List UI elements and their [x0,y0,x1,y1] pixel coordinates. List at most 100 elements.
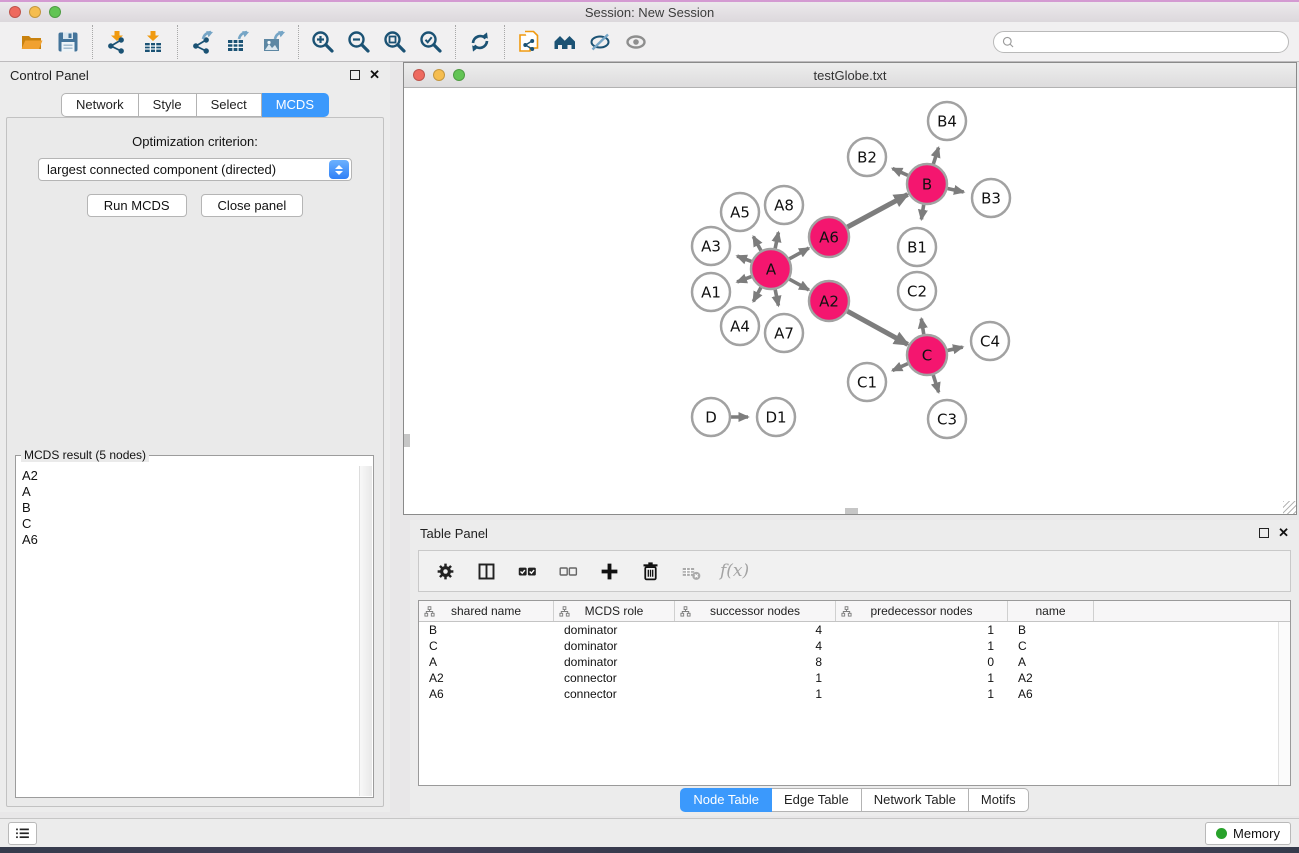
graph-node-D[interactable]: D [692,398,730,436]
delete-table-button[interactable] [679,559,703,583]
graph-node-B2[interactable]: B2 [848,138,886,176]
network-window-titlebar[interactable]: testGlobe.txt [404,63,1296,88]
home-button[interactable] [547,26,583,58]
settings-button[interactable] [433,559,457,583]
table-row[interactable]: A6connector11A6 [419,686,1290,702]
graph-node-A6[interactable]: A6 [809,217,849,257]
run-mcds-button[interactable]: Run MCDS [87,194,187,217]
column-header-successor-nodes[interactable]: successor nodes [675,601,836,621]
close-panel-button[interactable]: Close panel [201,194,304,217]
search-input-wrap[interactable] [993,31,1289,53]
graph-edge-A-A8[interactable] [775,232,778,248]
resize-grip-icon[interactable] [1283,501,1296,514]
export-table-button[interactable] [220,26,256,58]
horizontal-scrollbar-thumb[interactable] [845,508,858,514]
tab-select[interactable]: Select [197,93,262,117]
graph-edge-A-A2[interactable] [789,279,808,290]
graph-node-C2[interactable]: C2 [898,272,936,310]
graph-node-C1[interactable]: C1 [848,363,886,401]
refresh-button[interactable] [462,26,498,58]
tab-network[interactable]: Network [61,93,139,117]
column-header-predecessor-nodes[interactable]: predecessor nodes [836,601,1008,621]
deselect-all-button[interactable] [556,559,580,583]
graph-node-B1[interactable]: B1 [898,228,936,266]
graph-node-A5[interactable]: A5 [721,193,759,231]
result-item[interactable]: A2 [22,468,373,484]
graph-node-C4[interactable]: C4 [971,322,1009,360]
float-panel-icon[interactable] [350,70,360,80]
zoom-selected-button[interactable] [413,26,449,58]
graph-node-B3[interactable]: B3 [972,179,1010,217]
graph-edge-B-B3[interactable] [948,188,964,192]
graph-edge-C-C4[interactable] [947,347,962,350]
graph-edge-C-C3[interactable] [933,375,938,392]
network-graph[interactable]: A A1 A2 A3 A4 A5 A6 A7 A8 B B1 B2 B3 B4 C C1 C2 C3 C4 D D1 [404,88,1296,514]
graph-node-C3[interactable]: C3 [928,400,966,438]
tab-edge-table[interactable]: Edge Table [772,788,862,812]
graph-node-A2[interactable]: A2 [809,281,849,321]
graph-node-B4[interactable]: B4 [928,102,966,140]
function-builder-button[interactable]: f(x) [720,561,749,581]
graph-edge-B-B4[interactable] [933,148,938,164]
import-network-button[interactable] [99,26,135,58]
graph-edge-A-A7[interactable] [775,290,778,306]
save-session-button[interactable] [50,26,86,58]
add-row-button[interactable] [597,559,621,583]
graph-edge-A-A6[interactable] [789,248,808,259]
graph-node-A1[interactable]: A1 [692,273,730,311]
tab-mcds[interactable]: MCDS [262,93,329,117]
graph-edge-A-A4[interactable] [753,287,761,301]
graph-edge-A2-C[interactable] [847,311,907,344]
zoom-in-button[interactable] [305,26,341,58]
result-item[interactable]: C [22,516,373,532]
tab-network-table[interactable]: Network Table [862,788,969,812]
column-header-MCDS-role[interactable]: MCDS role [554,601,675,621]
export-image-button[interactable] [256,26,292,58]
graph-edge-C-C1[interactable] [893,364,908,371]
close-panel-icon[interactable]: ✕ [369,70,380,80]
graph-edge-A-A5[interactable] [753,237,761,251]
zoom-fit-button[interactable] [377,26,413,58]
graph-node-B[interactable]: B [907,164,947,204]
result-scrollbar[interactable] [359,466,372,796]
graph-edge-C-C2[interactable] [921,319,923,335]
select-all-button[interactable] [515,559,539,583]
zoom-out-button[interactable] [341,26,377,58]
hide-panels-button[interactable] [583,26,619,58]
table-row[interactable]: Adominator80A [419,654,1290,670]
criterion-dropdown[interactable]: largest connected component (directed) [38,158,352,181]
tab-style[interactable]: Style [139,93,197,117]
vertical-scrollbar-thumb[interactable] [404,434,410,447]
graph-node-A7[interactable]: A7 [765,314,803,352]
graph-node-A4[interactable]: A4 [721,307,759,345]
graph-node-C[interactable]: C [907,335,947,375]
graph-node-D1[interactable]: D1 [757,398,795,436]
table-row[interactable]: Bdominator41B [419,622,1290,638]
float-table-panel-icon[interactable] [1259,528,1269,538]
result-item[interactable]: A [22,484,373,500]
task-history-button[interactable] [8,822,37,845]
table-scrollbar[interactable] [1278,622,1290,785]
tab-motifs[interactable]: Motifs [969,788,1029,812]
graph-edge-B-B1[interactable] [921,205,923,220]
graph-node-A[interactable]: A [751,249,791,289]
column-header-name[interactable]: name [1008,601,1094,621]
memory-button[interactable]: Memory [1205,822,1291,845]
graph-node-A8[interactable]: A8 [765,186,803,224]
new-session-from-network-button[interactable] [511,26,547,58]
graph-edge-A6-B[interactable] [847,194,907,227]
table-row[interactable]: A2connector11A2 [419,670,1290,686]
graph-edge-A-A1[interactable] [737,277,751,282]
tab-node-table[interactable]: Node Table [680,788,772,812]
columns-button[interactable] [474,559,498,583]
close-table-panel-icon[interactable]: ✕ [1278,528,1289,538]
result-item[interactable]: A6 [22,532,373,548]
table-row[interactable]: Cdominator41C [419,638,1290,654]
graph-node-A3[interactable]: A3 [692,227,730,265]
export-network-button[interactable] [184,26,220,58]
delete-row-button[interactable] [638,559,662,583]
result-item[interactable]: B [22,500,373,516]
graph-edge-A-A3[interactable] [737,256,751,261]
column-header-shared-name[interactable]: shared name [419,601,554,621]
import-table-button[interactable] [135,26,171,58]
